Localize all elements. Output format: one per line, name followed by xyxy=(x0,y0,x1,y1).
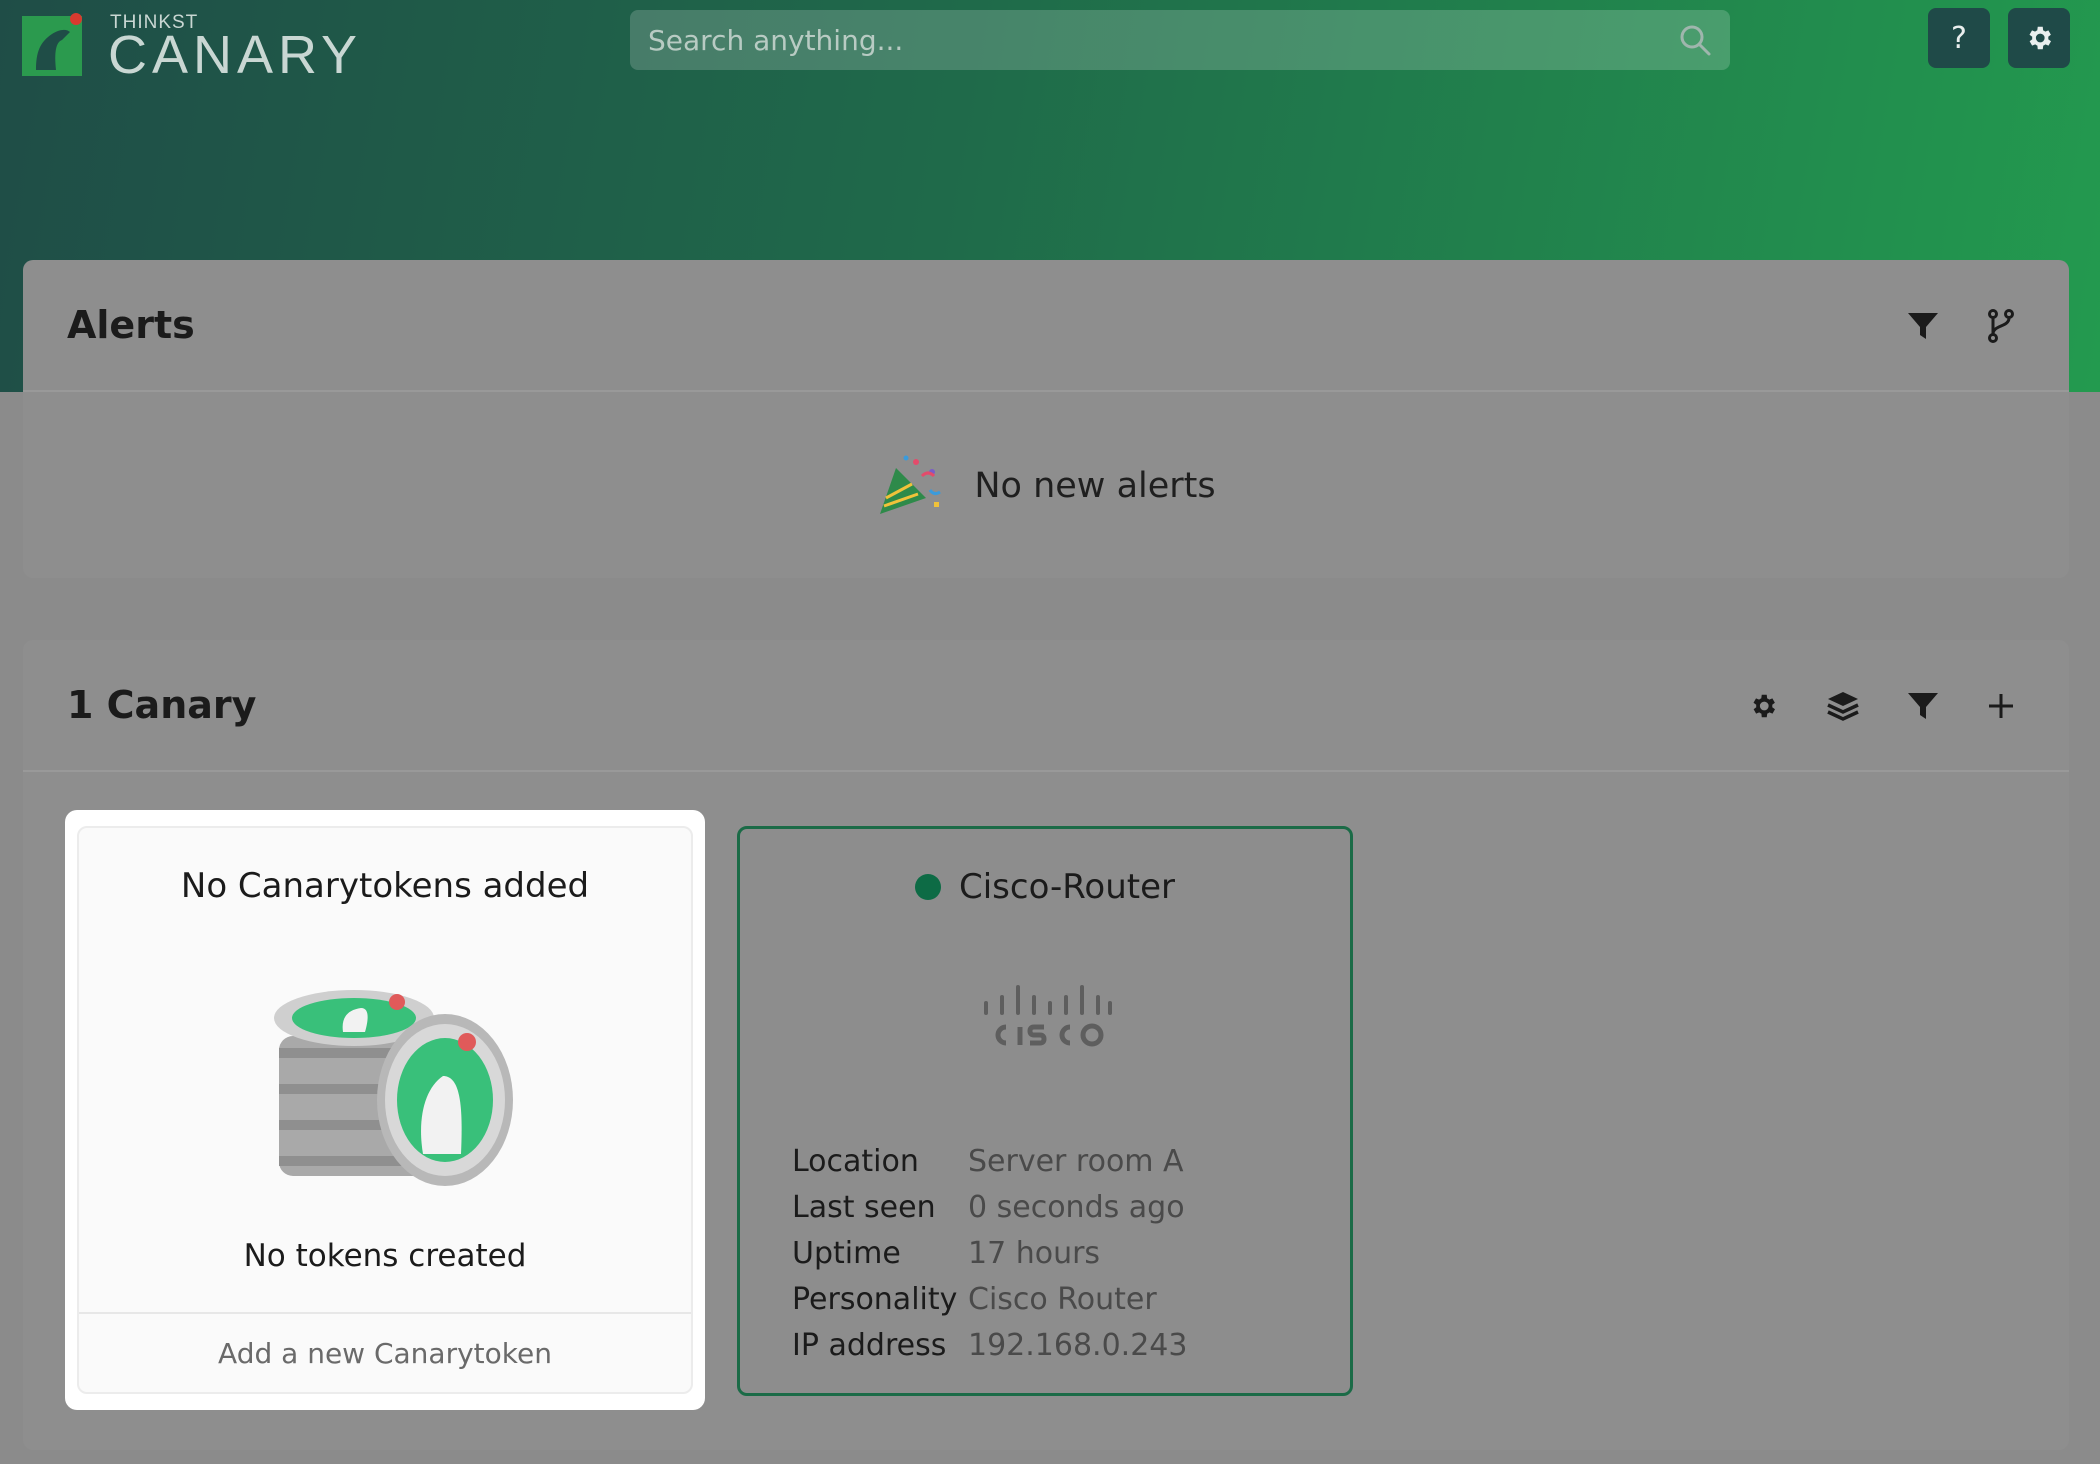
alerts-branch-button[interactable] xyxy=(1981,306,2021,346)
device-name: Cisco-Router xyxy=(959,867,1175,907)
brand-canary: CANARY xyxy=(108,25,363,85)
search-input[interactable] xyxy=(648,23,1678,57)
canary-filter-button[interactable] xyxy=(1903,686,1943,726)
search-icon[interactable] xyxy=(1678,23,1712,57)
detail-key: Uptime xyxy=(792,1236,901,1271)
token-coins-icon xyxy=(274,990,513,1186)
detail-value: Cisco Router xyxy=(968,1282,1157,1317)
canary-layers-button[interactable] xyxy=(1823,686,1863,726)
filter-icon xyxy=(1908,313,1938,339)
help-icon: ? xyxy=(1951,20,1967,56)
alerts-title: Alerts xyxy=(67,303,195,347)
device-card[interactable]: Cisco-Router Location Server room A Last… xyxy=(737,826,1353,1396)
detail-row: Personality Cisco Router xyxy=(792,1277,1187,1323)
alerts-empty-state: No new alerts xyxy=(23,394,2069,578)
add-canary-button[interactable] xyxy=(1981,686,2021,726)
detail-row: Location Server room A xyxy=(792,1139,1187,1185)
detail-value: 0 seconds ago xyxy=(968,1190,1185,1225)
detail-row: Uptime 17 hours xyxy=(792,1231,1187,1277)
filter-icon xyxy=(1908,693,1938,719)
alerts-empty-text: No new alerts xyxy=(974,466,1216,506)
detail-value: 17 hours xyxy=(968,1236,1101,1271)
detail-row: Last seen 0 seconds ago xyxy=(792,1185,1187,1231)
device-name-row: Cisco-Router xyxy=(740,867,1350,907)
detail-key: Personality xyxy=(792,1282,958,1317)
alerts-panel: Alerts No new alerts xyxy=(23,260,2069,578)
add-canarytoken-button[interactable]: Add a new Canarytoken xyxy=(79,1312,691,1392)
canarytokens-subtitle: No tokens created xyxy=(243,1238,527,1274)
canarytokens-title: No Canarytokens added xyxy=(180,866,590,906)
search-bar[interactable] xyxy=(630,10,1730,70)
detail-key: Location xyxy=(792,1144,919,1179)
device-details: Location Server room A Last seen 0 secon… xyxy=(792,1139,1187,1369)
cisco-logo-icon xyxy=(984,985,1112,1047)
canary-title: 1 Canary xyxy=(67,683,257,727)
help-button[interactable]: ? xyxy=(1928,8,1990,68)
detail-value: 192.168.0.243 xyxy=(968,1328,1188,1363)
canary-logo-icon xyxy=(22,13,82,76)
plus-icon xyxy=(1989,694,2013,718)
gear-icon xyxy=(2029,26,2051,50)
party-popper-icon xyxy=(880,455,942,514)
gear-icon xyxy=(1753,694,1775,718)
canary-settings-button[interactable] xyxy=(1743,686,1783,726)
canary-panel: 1 Canary No Canarytokens added No tokens… xyxy=(23,640,2069,1450)
canary-header: 1 Canary xyxy=(23,640,2069,772)
detail-key: IP address xyxy=(792,1328,947,1363)
layers-icon xyxy=(1827,692,1859,721)
detail-value: Server room A xyxy=(968,1144,1184,1179)
status-online-icon xyxy=(915,874,941,900)
alerts-header: Alerts xyxy=(23,260,2069,392)
settings-button[interactable] xyxy=(2008,8,2070,68)
canarytokens-card-highlight: No Canarytokens added No tokens created … xyxy=(65,810,705,1410)
git-branch-icon xyxy=(1988,309,2014,343)
detail-row: IP address 192.168.0.243 xyxy=(792,1323,1187,1369)
detail-key: Last seen xyxy=(792,1190,936,1225)
canarytokens-card[interactable]: No Canarytokens added No tokens created … xyxy=(77,826,693,1394)
alerts-filter-button[interactable] xyxy=(1903,306,1943,346)
